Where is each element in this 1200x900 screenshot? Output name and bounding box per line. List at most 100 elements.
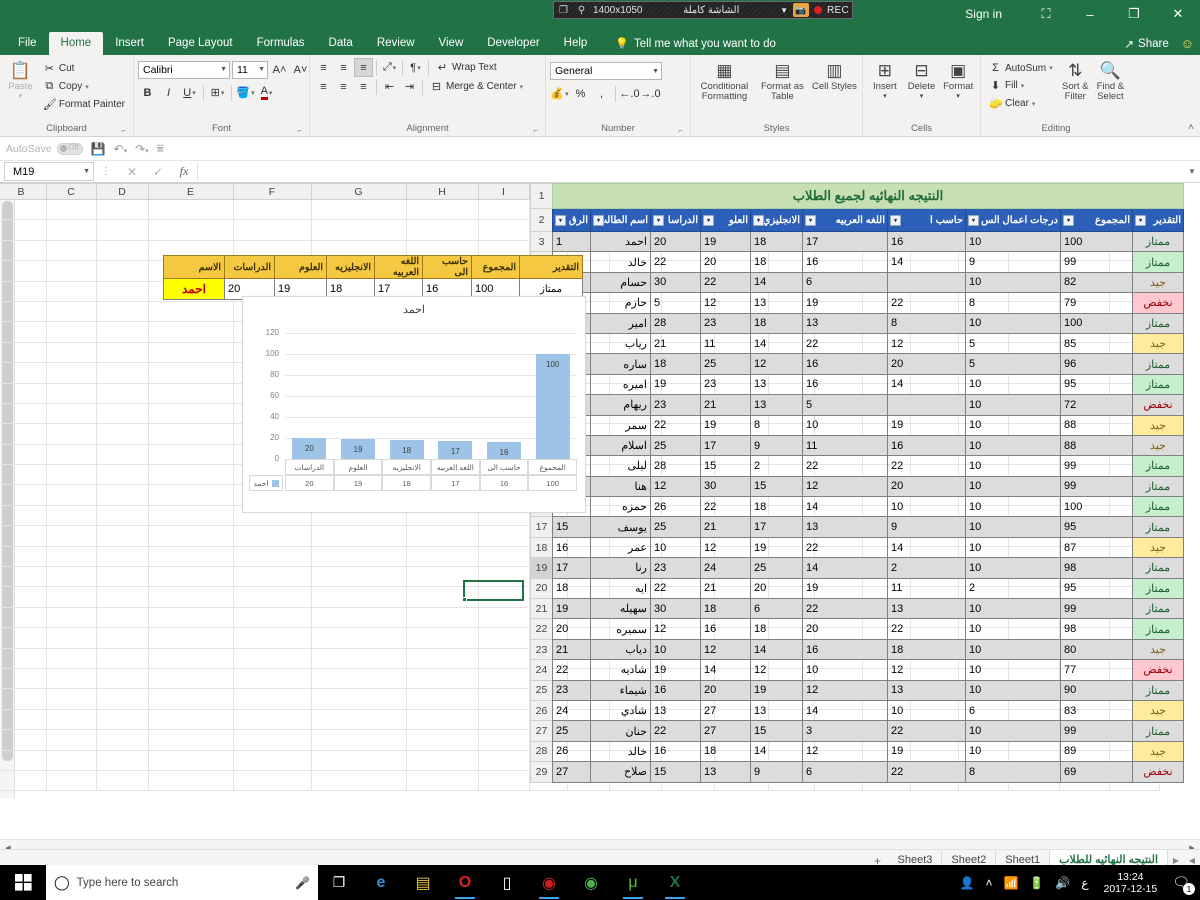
grid-cell[interactable] (147, 504, 234, 527)
table-row[interactable]: ممتاز95101416132319اميره810 (530, 373, 1184, 396)
conditional-formatting-button[interactable]: ▦ Conditional Formatting (695, 58, 754, 105)
grid-cell[interactable] (45, 198, 97, 221)
cell-arabic[interactable]: 6 (802, 761, 888, 783)
cell-arabic[interactable]: 22 (802, 332, 888, 355)
grid-cell[interactable] (95, 729, 149, 751)
cell-rank[interactable]: 20 (552, 618, 591, 640)
cell-studies[interactable]: 23 (650, 557, 701, 579)
grid-cell[interactable] (45, 423, 97, 445)
grid-cell[interactable] (147, 525, 234, 547)
share-button[interactable]: ↗ Share (1124, 37, 1168, 51)
cell-student-name[interactable]: اميره (590, 373, 651, 396)
cell-studies[interactable]: 22 (650, 414, 701, 436)
table-row[interactable]: ممتاز 95 2 11 19 20 21 22 ايه 18 20 (530, 577, 1184, 600)
feedback-smiley-icon[interactable]: ☺ (1181, 36, 1194, 51)
grid-cell[interactable] (310, 729, 407, 751)
cell-total[interactable]: 77 (1060, 659, 1133, 681)
grid-cell[interactable] (45, 239, 97, 262)
grid-cell[interactable] (147, 627, 234, 649)
chrome-icon[interactable]: ◉ (570, 865, 612, 900)
cell-grade[interactable]: ممتاز (1132, 455, 1184, 477)
grid-cell[interactable] (232, 627, 312, 649)
cell-student-name[interactable]: رنا (590, 557, 651, 579)
cell-arabic[interactable]: 11 (802, 434, 888, 457)
cell-coursework[interactable]: 10 (965, 312, 1061, 334)
save-icon[interactable]: 💾 (91, 142, 106, 156)
row-header-19[interactable]: 19 (530, 557, 553, 579)
cell-student-name[interactable]: اسلام (590, 434, 651, 457)
grid-cell[interactable] (0, 239, 47, 262)
grid-cell[interactable] (45, 484, 97, 506)
cell-science[interactable]: 12 (700, 638, 751, 661)
cell-english[interactable]: 14 (750, 740, 803, 763)
wrap-text-button[interactable]: ↵ Wrap Text (432, 59, 501, 76)
cell-rank[interactable]: 16 (552, 536, 591, 559)
header-studies[interactable]: ▾ الدراسا (650, 208, 701, 232)
filter-icon[interactable]: ▾ (890, 215, 901, 226)
cell-arabic[interactable]: 22 (802, 598, 888, 620)
cell-grade[interactable]: نخفض (1132, 292, 1184, 314)
cut-button[interactable]: ✂ Cut (39, 60, 129, 77)
cell-grade[interactable]: ممتاز (1132, 230, 1184, 253)
cell-student-name[interactable]: يوسف (590, 516, 651, 538)
cell-arabic[interactable]: 14 (802, 557, 888, 579)
cell-english[interactable]: 25 (750, 557, 803, 579)
recorder-mode[interactable]: الشاشة كاملة (648, 5, 776, 16)
grid-cell[interactable] (147, 749, 234, 771)
comma-style-button[interactable]: , (592, 84, 611, 103)
grid-cell[interactable] (405, 525, 479, 547)
tab-developer[interactable]: Developer (475, 32, 551, 55)
search-input[interactable]: ◯ Type here to search 🎤 (46, 865, 318, 900)
grid-cell[interactable] (0, 464, 47, 486)
grid-cell[interactable] (95, 280, 149, 302)
align-right-button[interactable]: ≡ (354, 77, 373, 96)
cell-coursework[interactable]: 10 (965, 271, 1061, 294)
cell-coursework[interactable]: 10 (965, 659, 1061, 681)
grid-cell[interactable] (232, 647, 312, 669)
grid-cell[interactable] (310, 708, 407, 731)
name-box[interactable]: M19 ▼ (4, 162, 94, 181)
sort-filter-button[interactable]: ⇅ Sort & Filter (1059, 58, 1092, 105)
close-button[interactable]: ✕ (1156, 0, 1200, 28)
grid-cell[interactable] (95, 545, 149, 568)
tab-help[interactable]: Help (552, 32, 600, 55)
cell-total[interactable]: 90 (1060, 679, 1133, 701)
cell-computer[interactable]: 9 (887, 516, 966, 538)
cell-computer[interactable]: 22 (887, 618, 966, 640)
cell-arabic[interactable]: 16 (802, 353, 888, 375)
cell-arabic[interactable]: 12 (802, 475, 888, 498)
microphone-icon[interactable]: 🎤 (295, 876, 310, 890)
grid-cell[interactable] (310, 627, 407, 649)
cell-science[interactable]: 21 (700, 394, 751, 416)
cell-coursework[interactable]: 8 (965, 761, 1061, 783)
cell-science[interactable]: 12 (700, 536, 751, 559)
filter-icon[interactable]: ▾ (653, 215, 664, 226)
alignment-dialog-launcher[interactable]: ⌐ (533, 126, 538, 135)
cell-arabic[interactable]: 20 (802, 618, 888, 640)
chevron-down-icon[interactable]: ▼ (780, 6, 788, 15)
cell-computer[interactable]: 22 (887, 761, 966, 783)
tell-me-search[interactable]: 💡 Tell me what you want to do (609, 32, 782, 55)
grid-cell[interactable] (45, 545, 97, 568)
clock[interactable]: 13:24 2017-12-15 (1100, 871, 1162, 895)
cell-student-name[interactable]: صلاح (590, 761, 651, 783)
grid-cell[interactable] (477, 688, 530, 710)
cell-science[interactable]: 12 (700, 292, 751, 314)
cell-student-name[interactable]: شاديه (590, 659, 651, 681)
grid-cell[interactable] (405, 627, 479, 649)
cell-student-name[interactable]: حمزه (590, 496, 651, 518)
cell-computer[interactable]: 13 (887, 598, 966, 620)
grid-cell[interactable] (477, 729, 530, 751)
grid-cell[interactable] (147, 341, 234, 364)
increase-indent-button[interactable]: ⇥ (400, 77, 419, 96)
cell-grade[interactable]: ممتاز (1132, 679, 1184, 701)
grid-cell[interactable] (45, 525, 97, 547)
cell-grade[interactable]: جيد (1132, 536, 1184, 559)
cell-studies[interactable]: 26 (650, 496, 701, 518)
grid-cell[interactable] (45, 260, 97, 282)
cell-grade[interactable]: جيد (1132, 332, 1184, 355)
cell-student-name[interactable]: خالد (590, 740, 651, 763)
cell-computer[interactable]: 2 (887, 557, 966, 579)
cell-total[interactable]: 98 (1060, 557, 1133, 579)
bandicam-icon[interactable]: ◉ (528, 865, 570, 900)
